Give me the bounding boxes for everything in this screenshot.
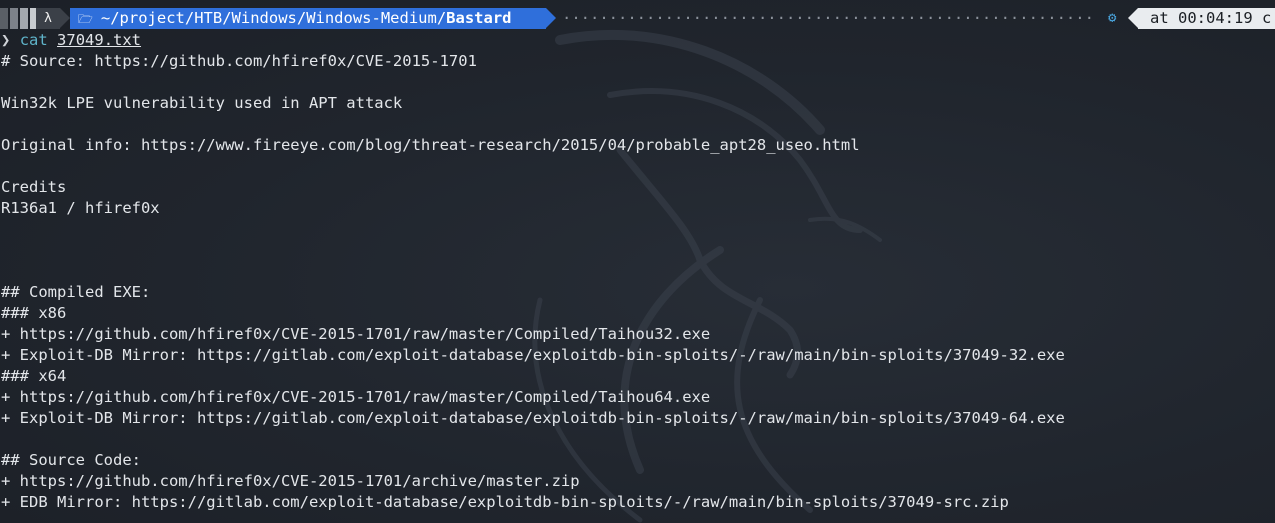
output-line: + EDB Mirror: https://gitlab.com/exploit… xyxy=(1,493,1009,511)
terminal-window[interactable]: λ 🗁 ~/project/HTB/Windows/Windows-Medium/… xyxy=(0,0,1275,523)
output-line: + https://github.com/hfiref0x/CVE-2015-1… xyxy=(1,325,711,343)
output-line xyxy=(1,114,1065,135)
os-segment-arrow xyxy=(60,8,70,28)
linux-icon: λ xyxy=(36,8,60,29)
gear-icon: ⚙ xyxy=(1108,10,1117,26)
output-line: R136a1 / hfiref0x xyxy=(1,199,160,217)
cwd-segment-arrow xyxy=(546,8,556,28)
output-line xyxy=(1,72,1065,93)
prompt-symbol: ❯ xyxy=(1,31,11,49)
output-line: ## Source Code: xyxy=(1,451,141,469)
folder-icon: 🗁 xyxy=(78,12,93,26)
output-line: ### x86 xyxy=(1,304,67,322)
command-output: # Source: https://github.com/hfiref0x/CV… xyxy=(1,51,1065,513)
output-line xyxy=(1,429,1065,450)
output-line: ### x64 xyxy=(1,367,67,385)
output-line xyxy=(1,219,1065,240)
output-line: + Exploit-DB Mirror: https://gitlab.com/… xyxy=(1,346,1065,364)
time-segment: at 00:04:19 c xyxy=(1138,8,1275,29)
time-segment-arrow xyxy=(1128,8,1138,28)
output-line xyxy=(1,261,1065,282)
output-line: + https://github.com/hfiref0x/CVE-2015-1… xyxy=(1,472,580,490)
output-line: Credits xyxy=(1,178,67,196)
command-line[interactable]: ❯ cat 37049.txt xyxy=(1,30,141,51)
output-line: + Exploit-DB Mirror: https://gitlab.com/… xyxy=(1,409,1065,427)
command-name: cat xyxy=(19,31,48,49)
output-line: Original info: https://www.fireeye.com/b… xyxy=(1,136,860,154)
output-line xyxy=(1,156,1065,177)
output-line: Win32k LPE vulnerability used in APT att… xyxy=(1,94,403,112)
cwd-segment: 🗁 ~/project/HTB/Windows/Windows-Medium/Ba… xyxy=(70,8,546,29)
command-argument: 37049.txt xyxy=(57,31,142,49)
prompt-grip xyxy=(0,8,36,29)
cwd-path-current: Bastard xyxy=(446,9,512,27)
prompt-filler: ········································… xyxy=(562,9,1094,27)
cwd-path-prefix: ~/project/HTB/Windows/Windows-Medium/ xyxy=(100,9,447,27)
prompt-bar: λ 🗁 ~/project/HTB/Windows/Windows-Medium/… xyxy=(0,8,1275,29)
output-line: # Source: https://github.com/hfiref0x/CV… xyxy=(1,52,477,70)
output-line: ## Compiled EXE: xyxy=(1,283,151,301)
output-line xyxy=(1,240,1065,261)
output-line: + https://github.com/hfiref0x/CVE-2015-1… xyxy=(1,388,711,406)
